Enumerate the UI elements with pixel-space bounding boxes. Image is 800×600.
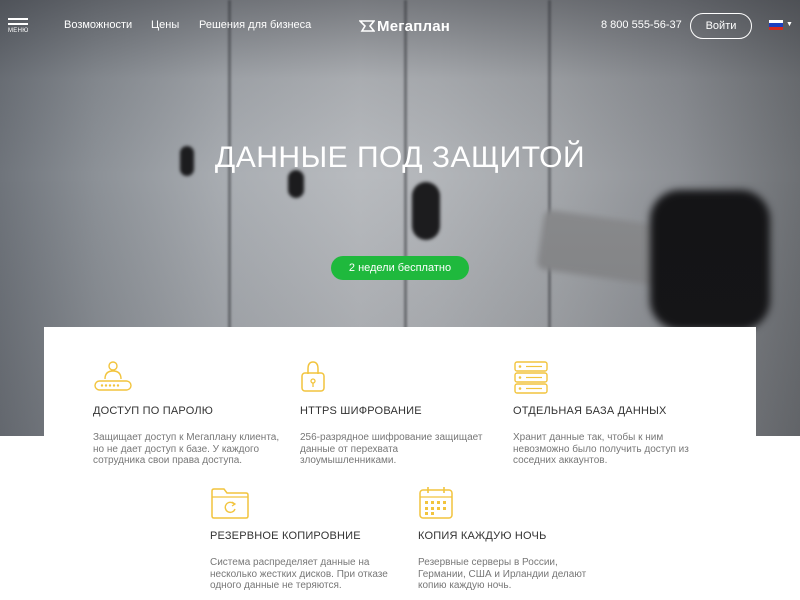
feature-description: Хранит данные так, чтобы к ним невозможн… [513, 432, 689, 466]
feature-description: 256-разрядное шифрование защищает данные… [300, 432, 483, 466]
nav-link-prices[interactable]: Цены [151, 19, 179, 31]
russia-flag-icon[interactable] [769, 20, 783, 30]
feature-description: Защищает доступ к Мегаплану клиента, но … [93, 432, 280, 466]
feature-title: КОПИЯ КАЖДУЮ НОЧЬ [418, 530, 547, 542]
server-icon [514, 361, 548, 394]
user-password-icon [94, 361, 132, 391]
megaplan-logo[interactable]: Мегаплан [359, 16, 450, 36]
nav-link-features[interactable]: Возможности [64, 19, 132, 31]
feature-description: Резервные серверы в России, Германии, СШ… [418, 557, 587, 591]
menu-button[interactable]: МЕНЮ [8, 18, 28, 34]
features-card: ДОСТУП ПО ПАРОЛЮ Защищает доступ к Мегап… [44, 327, 756, 600]
feature-backup: РЕЗЕРВНОЕ КОПИРОВНИЕ Система распределяе… [210, 485, 400, 592]
feature-separate-database: ОТДЕЛЬНАЯ БАЗА ДАННЫХ Хранит данные так,… [513, 360, 703, 467]
hero-title: ДАННЫЕ ПОД ЗАЩИТОЙ [214, 141, 586, 174]
feature-password-access: ДОСТУП ПО ПАРОЛЮ Защищает доступ к Мегап… [93, 360, 283, 467]
logo-mark-icon [359, 20, 375, 32]
hamburger-icon-bar [8, 18, 28, 20]
folder-backup-icon [211, 488, 249, 519]
feature-title: РЕЗЕРВНОЕ КОПИРОВНИЕ [210, 530, 361, 542]
feature-description: Система распределяет данные на несколько… [210, 557, 388, 591]
padlock-icon [301, 361, 325, 392]
feature-nightly-copy: КОПИЯ КАЖДУЮ НОЧЬ Резервные серверы в Ро… [418, 485, 608, 592]
feature-title: ОТДЕЛЬНАЯ БАЗА ДАННЫХ [513, 405, 667, 417]
feature-title: ДОСТУП ПО ПАРОЛЮ [93, 405, 214, 417]
feature-title: HTTPS ШИФРОВАНИЕ [300, 405, 422, 417]
hamburger-icon-bar [8, 23, 28, 25]
chevron-down-icon[interactable]: ▼ [786, 21, 793, 28]
login-button[interactable]: Войти [690, 13, 752, 39]
free-trial-button[interactable]: 2 недели бесплатно [331, 256, 469, 280]
logo-text: Мегаплан [377, 17, 451, 35]
calendar-icon [419, 487, 453, 519]
phone-number[interactable]: 8 800 555-56-37 [601, 19, 682, 31]
feature-https-encryption: HTTPS ШИФРОВАНИЕ 256-разрядное шифровани… [300, 360, 490, 467]
nav-link-business-solutions[interactable]: Решения для бизнеса [199, 19, 311, 31]
site-header: МЕНЮ Возможности Цены Решения для бизнес… [0, 0, 800, 52]
menu-label: МЕНЮ [8, 28, 29, 34]
